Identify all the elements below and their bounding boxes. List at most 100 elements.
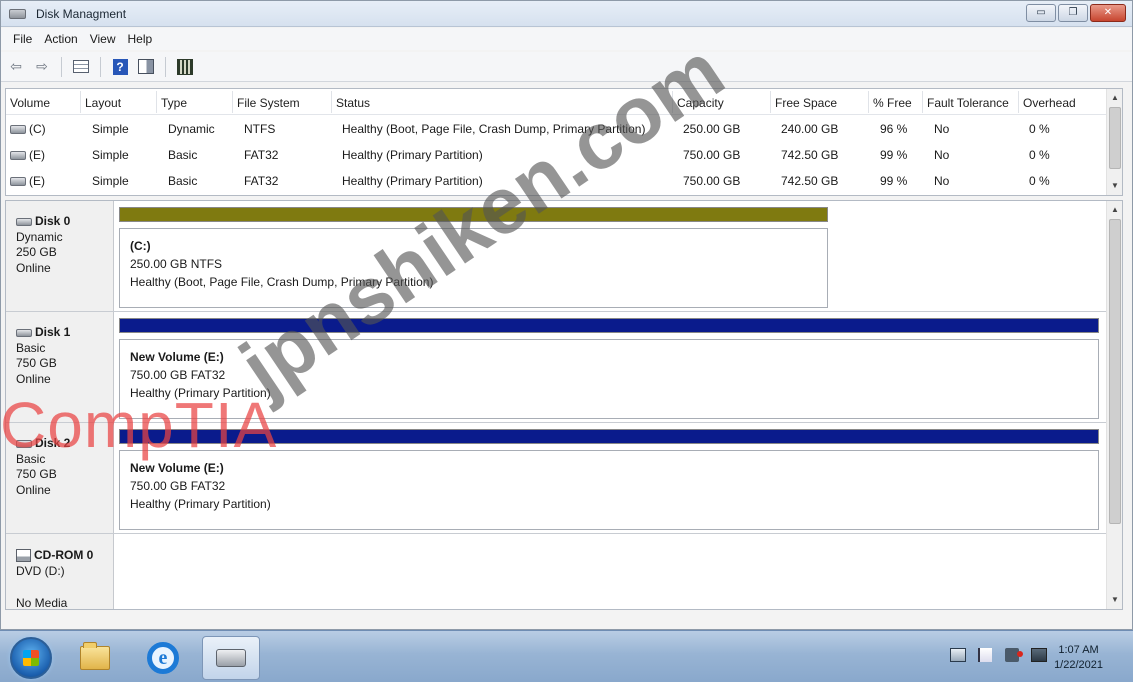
back-arrow-icon[interactable]: ⇦ bbox=[5, 56, 27, 78]
scroll-down-arrow-icon[interactable]: ▼ bbox=[1107, 179, 1123, 193]
disk-row-2[interactable]: Disk 2 Basic 750 GB Online New Volume (E… bbox=[6, 423, 1106, 533]
cdrom-row[interactable]: CD-ROM 0 DVD (D:) No Media bbox=[6, 534, 1106, 610]
partition-c-size: 250.00 GB NTFS bbox=[130, 257, 223, 271]
volume-muted-icon[interactable] bbox=[1003, 647, 1023, 663]
start-button[interactable] bbox=[10, 637, 52, 679]
disk-2-label[interactable]: Disk 2 Basic 750 GB Online bbox=[6, 423, 114, 533]
column-divider[interactable] bbox=[672, 91, 673, 113]
taskbar: e 1:07 AM 1/22/2021 bbox=[0, 630, 1133, 682]
maximize-button[interactable]: ❐ bbox=[1058, 4, 1088, 22]
column-divider[interactable] bbox=[868, 91, 869, 113]
column-header-overhead[interactable]: Overhead bbox=[1023, 96, 1076, 110]
window-title: Disk Managment bbox=[36, 6, 127, 21]
disk-0-size: 250 GB bbox=[16, 245, 57, 259]
column-header-volume[interactable]: Volume bbox=[10, 96, 50, 110]
disk-management-icon bbox=[216, 649, 246, 667]
scroll-up-arrow-icon[interactable]: ▲ bbox=[1107, 203, 1122, 217]
minimize-button[interactable]: ▭ bbox=[1026, 4, 1056, 22]
display-icon[interactable] bbox=[1030, 647, 1047, 663]
disk-row-1[interactable]: Disk 1 Basic 750 GB Online New Volume (E… bbox=[6, 312, 1106, 422]
volume-type: Dynamic bbox=[168, 122, 215, 136]
column-header-free-space[interactable]: Free Space bbox=[775, 96, 837, 110]
disk-1-type: Basic bbox=[16, 340, 46, 355]
scroll-down-arrow-icon[interactable]: ▼ bbox=[1107, 593, 1122, 607]
taskbar-disk-management-button[interactable] bbox=[202, 636, 260, 680]
volume-row[interactable]: (E) Simple Basic FAT32 Healthy (Primary … bbox=[6, 142, 1106, 168]
disk-0-name-text: Disk 0 bbox=[35, 214, 71, 228]
column-header-layout[interactable]: Layout bbox=[85, 96, 121, 110]
taskbar-internet-explorer-button[interactable]: e bbox=[134, 636, 192, 680]
disk-1-name-text: Disk 1 bbox=[35, 325, 71, 339]
taskbar-explorer-button[interactable] bbox=[66, 636, 124, 680]
disk-1-label[interactable]: Disk 1 Basic 750 GB Online bbox=[6, 312, 114, 422]
clock-date: 1/22/2021 bbox=[1054, 659, 1103, 671]
toolbar: ⇦ ⇨ ? bbox=[1, 52, 1132, 82]
console-tree-icon bbox=[73, 60, 89, 73]
graphical-view-scrollbar[interactable]: ▲ ▼ bbox=[1106, 201, 1122, 609]
volume-row[interactable]: (E) Simple Basic FAT32 Healthy (Primary … bbox=[6, 168, 1106, 194]
volume-row[interactable]: (C) Simple Dynamic NTFS Healthy (Boot, P… bbox=[6, 116, 1106, 142]
network-icon[interactable] bbox=[949, 647, 966, 663]
menu-bar: File Action View Help bbox=[1, 28, 1132, 50]
show-hide-console-tree-button[interactable] bbox=[70, 56, 92, 78]
volume-fault-tolerance: No bbox=[934, 174, 950, 188]
column-header-percent-free[interactable]: % Free bbox=[873, 96, 912, 110]
disk-0-label[interactable]: Disk 0 Dynamic 250 GB Online bbox=[6, 201, 114, 311]
partition-c-bar bbox=[119, 207, 828, 222]
column-header-status[interactable]: Status bbox=[336, 96, 370, 110]
menu-help[interactable]: Help bbox=[122, 32, 159, 46]
partition-c[interactable]: (C:) 250.00 GB NTFS Healthy (Boot, Page … bbox=[119, 207, 828, 308]
toolbar-separator bbox=[61, 56, 62, 77]
taskbar-clock[interactable]: 1:07 AM 1/22/2021 bbox=[1054, 643, 1103, 673]
partition-e-disk1[interactable]: New Volume (E:) 750.00 GB FAT32 Healthy … bbox=[119, 318, 1099, 419]
column-divider[interactable] bbox=[922, 91, 923, 113]
column-header-capacity[interactable]: Capacity bbox=[677, 96, 724, 110]
scroll-up-arrow-icon[interactable]: ▲ bbox=[1107, 91, 1123, 105]
volume-list-scrollbar[interactable]: ▲ ▼ bbox=[1106, 89, 1122, 195]
column-divider[interactable] bbox=[1018, 91, 1019, 113]
partition-c-name: (C:) bbox=[130, 239, 151, 253]
volume-icon bbox=[10, 125, 26, 135]
volume-name: (E) bbox=[10, 174, 45, 188]
volume-layout: Simple bbox=[92, 174, 129, 188]
column-divider[interactable] bbox=[80, 91, 81, 113]
partition-c-box: (C:) 250.00 GB NTFS Healthy (Boot, Page … bbox=[119, 228, 828, 308]
column-divider[interactable] bbox=[156, 91, 157, 113]
column-divider[interactable] bbox=[331, 91, 332, 113]
column-divider[interactable] bbox=[232, 91, 233, 113]
scroll-thumb[interactable] bbox=[1109, 107, 1121, 169]
volume-overhead: 0 % bbox=[1029, 122, 1050, 136]
title-bar[interactable]: Disk Managment ▭ ❐ ✕ bbox=[1, 1, 1132, 27]
hard-disk-icon bbox=[16, 439, 32, 448]
volume-overhead: 0 % bbox=[1029, 174, 1050, 188]
disk-management-icon bbox=[8, 7, 26, 21]
close-button[interactable]: ✕ bbox=[1090, 4, 1126, 22]
partition-e-disk1-size: 750.00 GB FAT32 bbox=[130, 368, 226, 382]
help-button[interactable]: ? bbox=[109, 56, 131, 78]
volume-fault-tolerance: No bbox=[934, 122, 950, 136]
cdrom-label[interactable]: CD-ROM 0 DVD (D:) No Media bbox=[6, 534, 114, 610]
cdrom-name: CD-ROM 0 bbox=[16, 547, 113, 563]
partition-e-disk2[interactable]: New Volume (E:) 750.00 GB FAT32 Healthy … bbox=[119, 429, 1099, 530]
partition-e-disk2-box: New Volume (E:) 750.00 GB FAT32 Healthy … bbox=[119, 450, 1099, 530]
properties-button[interactable] bbox=[135, 56, 157, 78]
volume-name: (E) bbox=[10, 148, 45, 162]
forward-arrow-icon[interactable]: ⇨ bbox=[31, 56, 53, 78]
column-header-fault-tolerance[interactable]: Fault Tolerance bbox=[927, 96, 1009, 110]
disk-2-size: 750 GB bbox=[16, 467, 57, 481]
column-header-type[interactable]: Type bbox=[161, 96, 187, 110]
disk-settings-button[interactable] bbox=[174, 56, 196, 78]
action-center-flag-icon[interactable] bbox=[976, 647, 993, 663]
hard-disk-icon bbox=[16, 217, 32, 226]
scroll-thumb[interactable] bbox=[1109, 219, 1121, 524]
menu-view[interactable]: View bbox=[84, 32, 122, 46]
disk-row-0[interactable]: Disk 0 Dynamic 250 GB Online (C:) 250.00… bbox=[6, 201, 1106, 311]
disk-settings-icon bbox=[177, 58, 193, 75]
column-divider[interactable] bbox=[770, 91, 771, 113]
column-header-file-system[interactable]: File System bbox=[237, 96, 300, 110]
volume-fault-tolerance: No bbox=[934, 148, 950, 162]
volume-file-system: NTFS bbox=[244, 122, 276, 136]
menu-action[interactable]: Action bbox=[38, 32, 83, 46]
menu-file[interactable]: File bbox=[7, 32, 38, 46]
cdrom-media: No Media bbox=[16, 596, 68, 610]
